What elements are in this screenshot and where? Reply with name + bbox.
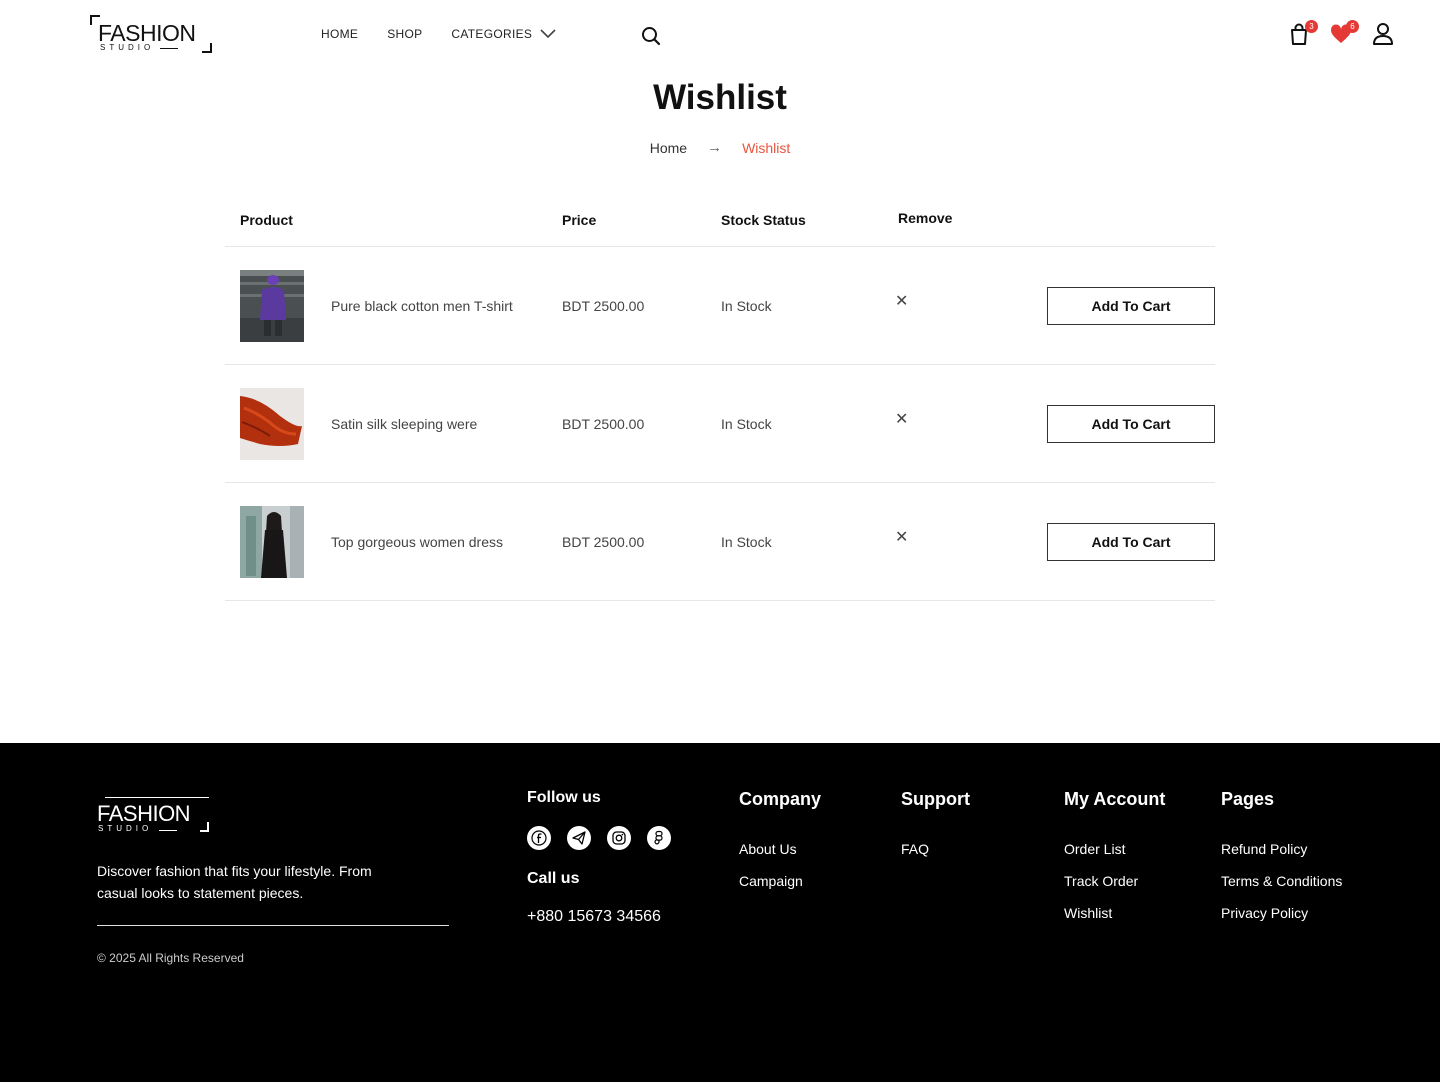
- product-price: BDT 2500.00: [562, 416, 645, 432]
- footer-logo[interactable]: FASHION STUDIO: [97, 797, 209, 833]
- user-icon: [1373, 23, 1393, 45]
- logo-sub: STUDIO: [100, 43, 155, 52]
- footer-divider: [97, 925, 449, 926]
- brand-logo[interactable]: FASHION STUDIO: [90, 15, 212, 53]
- footer-link-about[interactable]: About Us: [739, 841, 797, 857]
- footer-link-privacy[interactable]: Privacy Policy: [1221, 905, 1308, 921]
- product-image[interactable]: [240, 270, 304, 342]
- logo-line: [105, 797, 209, 798]
- wishlist-count-badge: 6: [1346, 20, 1359, 33]
- header-price: Price: [562, 212, 597, 228]
- product-name[interactable]: Satin silk sleeping were: [331, 416, 477, 432]
- product-image[interactable]: [240, 506, 304, 578]
- nav-shop[interactable]: SHOP: [387, 27, 422, 41]
- wishlist-table: Product Price Stock Status Remove Pure b…: [225, 200, 1215, 601]
- phone-number[interactable]: +880 15673 34566: [527, 908, 661, 926]
- stock-status: In Stock: [721, 298, 772, 314]
- footer-link-terms[interactable]: Terms & Conditions: [1221, 873, 1342, 889]
- remove-icon[interactable]: ✕: [895, 412, 909, 428]
- site-footer: FASHION STUDIO Discover fashion that fit…: [0, 743, 1440, 1082]
- logo-corner: [200, 822, 209, 832]
- footer-description: Discover fashion that fits your lifestyl…: [97, 863, 372, 901]
- follow-heading: Follow us: [527, 789, 601, 806]
- product-name[interactable]: Pure black cotton men T-shirt: [331, 298, 513, 314]
- breadcrumb-home[interactable]: Home: [650, 140, 687, 156]
- footer-link-refund[interactable]: Refund Policy: [1221, 841, 1307, 857]
- header-product: Product: [240, 212, 293, 228]
- footer-link-campaign[interactable]: Campaign: [739, 873, 803, 889]
- header-remove: Remove: [898, 210, 953, 226]
- footer-link-wishlist[interactable]: Wishlist: [1064, 905, 1112, 921]
- table-row: Satin silk sleeping were BDT 2500.00 In …: [225, 365, 1215, 483]
- cart-icon-button[interactable]: 3: [1288, 20, 1318, 48]
- nav-categories-label: CATEGORIES: [451, 27, 533, 41]
- footer-link-track-order[interactable]: Track Order: [1064, 873, 1138, 889]
- table-row: Pure black cotton men T-shirt BDT 2500.0…: [225, 247, 1215, 365]
- nav-home[interactable]: HOME: [321, 27, 358, 41]
- cart-count-badge: 3: [1305, 20, 1318, 33]
- stock-status: In Stock: [721, 416, 772, 432]
- table-row: Top gorgeous women dress BDT 2500.00 In …: [225, 483, 1215, 601]
- breadcrumb-current: Wishlist: [742, 139, 791, 156]
- logo-line: [160, 48, 178, 49]
- facebook-icon[interactable]: [527, 826, 551, 850]
- product-price: BDT 2500.00: [562, 298, 645, 314]
- nav-categories[interactable]: CATEGORIES: [451, 27, 556, 41]
- main-nav: HOME SHOP CATEGORIES: [321, 27, 585, 41]
- header-stock: Stock Status: [721, 212, 806, 228]
- account-icon-button[interactable]: [1372, 22, 1396, 48]
- add-to-cart-button[interactable]: Add To Cart: [1047, 287, 1215, 325]
- logo-line: [159, 830, 177, 831]
- telegram-icon[interactable]: [567, 826, 591, 850]
- site-header: FASHION STUDIO HOME SHOP CATEGORIES 3 6: [0, 0, 1440, 70]
- pages-heading: Pages: [1221, 789, 1275, 809]
- account-heading: My Account: [1064, 789, 1166, 809]
- table-header: Product Price Stock Status Remove: [225, 200, 1215, 247]
- logo-corner: [202, 43, 212, 53]
- product-price: BDT 2500.00: [562, 534, 645, 550]
- product-name[interactable]: Top gorgeous women dress: [331, 534, 503, 550]
- add-to-cart-button[interactable]: Add To Cart: [1047, 523, 1215, 561]
- wishlist-icon-button[interactable]: 6: [1329, 20, 1359, 48]
- logo-sub: STUDIO: [98, 824, 153, 833]
- company-heading: Company: [739, 789, 822, 809]
- footer-link-faq[interactable]: FAQ: [901, 841, 929, 857]
- page-title: Wishlist: [653, 78, 787, 117]
- product-image[interactable]: [240, 388, 304, 460]
- remove-icon[interactable]: ✕: [895, 530, 909, 546]
- footer-link-order-list[interactable]: Order List: [1064, 841, 1125, 857]
- chevron-down-icon: [540, 29, 556, 39]
- support-heading: Support: [901, 789, 970, 809]
- breadcrumb: Home → Wishlist: [0, 139, 1440, 156]
- remove-icon[interactable]: ✕: [895, 294, 909, 310]
- add-to-cart-button[interactable]: Add To Cart: [1047, 405, 1215, 443]
- search-icon[interactable]: [641, 26, 661, 46]
- call-heading: Call us: [527, 870, 580, 887]
- figma-icon[interactable]: [647, 826, 671, 850]
- instagram-icon[interactable]: [607, 826, 631, 850]
- stock-status: In Stock: [721, 534, 772, 550]
- copyright: © 2025 All Rights Reserved: [97, 951, 244, 965]
- arrow-right-icon: →: [707, 139, 723, 156]
